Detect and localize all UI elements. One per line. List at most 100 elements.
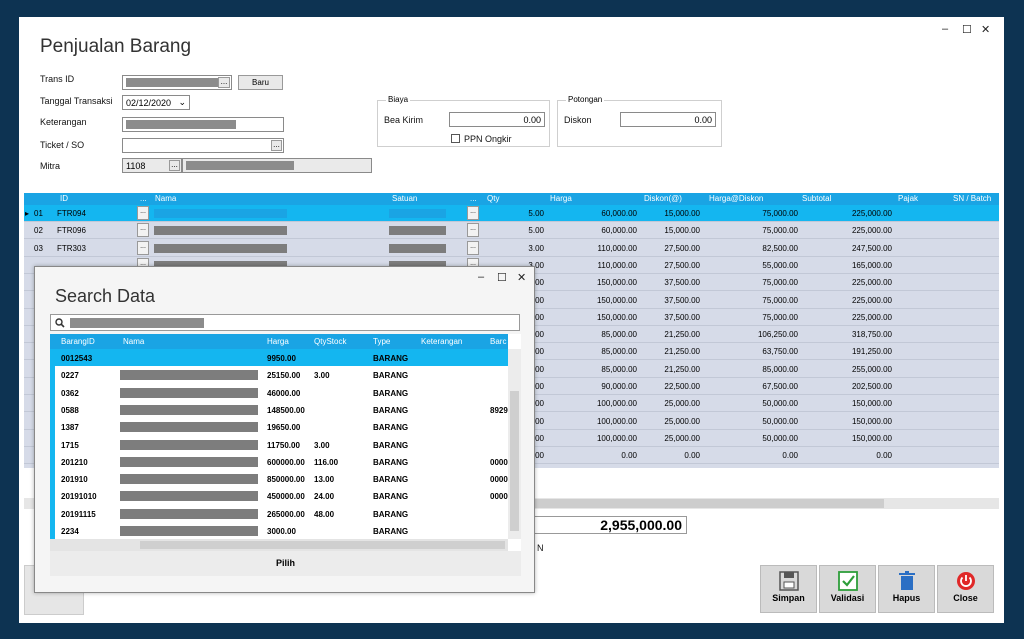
list-item[interactable]: 0227 25150.00 3.00 BARANG — [50, 366, 508, 383]
row-nama-redacted — [154, 209, 287, 218]
modal-minimize-button[interactable]: – — [478, 271, 484, 283]
list-item[interactable]: 201210 600000.00 116.00 BARANG 0000 — [50, 453, 508, 470]
row-satuan-browse-button[interactable]: ... — [467, 223, 479, 238]
item-type: BARANG — [373, 457, 409, 467]
col-subtotal: Subtotal — [802, 194, 832, 203]
maximize-button[interactable]: ☐ — [962, 23, 972, 36]
row-harga-diskon: 63,750.00 — [762, 347, 798, 357]
table-row[interactable]: 03 FTR303 3.00 110,000.00 27,500.00 82,500.00… — [24, 240, 999, 257]
close-button[interactable]: Close — [937, 565, 994, 613]
list-item[interactable]: 2234 3000.00 BARANG — [50, 522, 508, 539]
tanggal-value: 02/12/2020 — [126, 98, 172, 108]
item-barcode: 0000 — [490, 475, 508, 485]
item-type: BARANG — [373, 423, 409, 433]
list-item[interactable]: 1715 11750.00 3.00 BARANG — [50, 436, 508, 453]
diskon-label: Diskon — [564, 115, 592, 125]
keterangan-field[interactable] — [122, 117, 284, 132]
close-window-button[interactable]: ✕ — [981, 23, 990, 36]
list-item[interactable]: 0012543 9950.00 BARANG — [50, 349, 508, 366]
item-barcode: 8929 — [490, 405, 508, 415]
item-barcode: 0000 — [490, 492, 508, 502]
col-satuan: Satuan — [392, 194, 418, 203]
row-harga-diskon: 0.00 — [782, 451, 798, 461]
minimize-button[interactable]: – — [942, 23, 948, 35]
list-item[interactable]: 20191010 450000.00 24.00 BARANG 0000 — [50, 487, 508, 504]
hapus-button[interactable]: Hapus — [878, 565, 935, 613]
item-type: BARANG — [373, 388, 409, 398]
tanggal-field[interactable]: 02/12/2020 ⌄ — [122, 95, 190, 110]
row-satuan-redacted — [389, 243, 446, 253]
col-id: ID — [60, 194, 68, 203]
grid-header: ID ... Nama Satuan ... Qty Harga Diskon(… — [24, 193, 999, 205]
row-diskon: 37,500.00 — [664, 278, 700, 288]
item-type: BARANG — [373, 354, 409, 363]
row-satuan-browse-button[interactable]: ... — [467, 240, 479, 255]
simpan-button[interactable]: Simpan — [760, 565, 817, 613]
row-item-browse-button[interactable]: ... — [137, 223, 149, 238]
table-row[interactable]: 01 FTR094 5.00 60,000.00 15,000.00 75,000.00 2… — [24, 205, 999, 222]
row-harga-diskon: 50,000.00 — [762, 416, 798, 426]
item-barang-id: 0012543 — [61, 354, 93, 363]
col-barang-id: BarangID — [61, 337, 95, 346]
search-horizontal-scrollbar[interactable] — [50, 539, 508, 551]
biaya-title: Biaya — [386, 95, 411, 104]
row-id: FTR094 — [57, 209, 86, 218]
mitra-browse-button[interactable]: ... — [169, 160, 180, 171]
modal-maximize-button[interactable]: ☐ — [497, 271, 507, 284]
row-harga-diskon: 85,000.00 — [762, 364, 798, 374]
ticket-browse-button[interactable]: ... — [271, 140, 282, 151]
search-results-grid: BarangID Nama Harga QtyStock Type Ketera… — [50, 334, 521, 551]
ppn-ongkir-checkbox[interactable] — [451, 134, 460, 143]
search-vertical-scrollbar[interactable] — [508, 349, 521, 539]
item-type: BARANG — [373, 475, 409, 485]
row-satuan-browse-button[interactable]: ... — [467, 206, 479, 220]
validasi-button[interactable]: Validasi — [819, 565, 876, 613]
trash-icon — [898, 571, 915, 590]
item-barang-id: 20191115 — [61, 509, 96, 519]
list-item[interactable]: 0588 148500.00 BARANG 8929 — [50, 401, 508, 418]
item-harga: 3000.00 — [267, 527, 296, 536]
trans-id-browse-button[interactable]: ... — [218, 77, 230, 88]
item-barang-id: 201210 — [61, 457, 88, 467]
row-diskon: 0.00 — [684, 451, 700, 461]
pilih-button[interactable]: Pilih — [50, 551, 521, 576]
table-row[interactable]: 02 FTR096 5.00 60,000.00 15,000.00 75,000.00 2… — [24, 222, 999, 240]
list-item[interactable]: 20191115 265000.00 48.00 BARANG — [50, 505, 508, 522]
row-subtotal: 255,000.00 — [851, 364, 892, 374]
row-diskon: 27,500.00 — [664, 243, 700, 253]
row-harga-diskon: 75,000.00 — [762, 226, 798, 236]
item-harga: 19650.00 — [267, 423, 301, 433]
row-item-browse-button[interactable]: ... — [137, 240, 149, 255]
diskon-field[interactable]: 0.00 — [620, 112, 716, 127]
mitra-value: 1108 — [126, 161, 146, 171]
baru-button[interactable]: Baru — [238, 75, 283, 90]
bea-kirim-field[interactable]: 0.00 — [449, 112, 545, 127]
modal-close-button[interactable]: ✕ — [517, 271, 526, 284]
row-item-browse-button[interactable]: ... — [137, 206, 149, 220]
item-barang-id: 0227 — [61, 371, 79, 381]
item-nama-redacted — [120, 387, 258, 398]
item-harga: 265000.00 — [267, 509, 305, 519]
trans-id-field[interactable] — [122, 75, 232, 90]
row-harga-diskon: 55,000.00 — [762, 260, 798, 270]
col-harga: Harga — [267, 337, 289, 346]
list-item[interactable]: 0362 46000.00 BARANG — [50, 384, 508, 401]
page-title: Penjualan Barang — [40, 36, 192, 57]
trans-id-label: Trans ID — [40, 74, 75, 84]
item-qty-stock: 13.00 — [314, 475, 335, 485]
col-qty-stock: QtyStock — [314, 337, 347, 346]
item-nama-redacted — [120, 474, 258, 485]
search-input[interactable] — [50, 314, 520, 331]
row-subtotal: 225,000.00 — [851, 312, 892, 322]
item-harga: 11750.00 — [267, 440, 300, 450]
item-harga: 850000.00 — [267, 475, 305, 485]
col-type: Type — [373, 337, 391, 346]
item-qty-stock: 48.00 — [314, 509, 335, 519]
row-harga-diskon: 50,000.00 — [762, 433, 798, 443]
row-satuan-redacted — [389, 226, 446, 236]
ticket-field[interactable] — [122, 138, 284, 153]
list-item[interactable]: 1387 19650.00 BARANG — [50, 418, 508, 435]
row-harga-diskon: 106,250.00 — [757, 330, 798, 340]
hapus-label: Hapus — [892, 593, 921, 603]
list-item[interactable]: 201910 850000.00 13.00 BARANG 0000 — [50, 470, 508, 487]
